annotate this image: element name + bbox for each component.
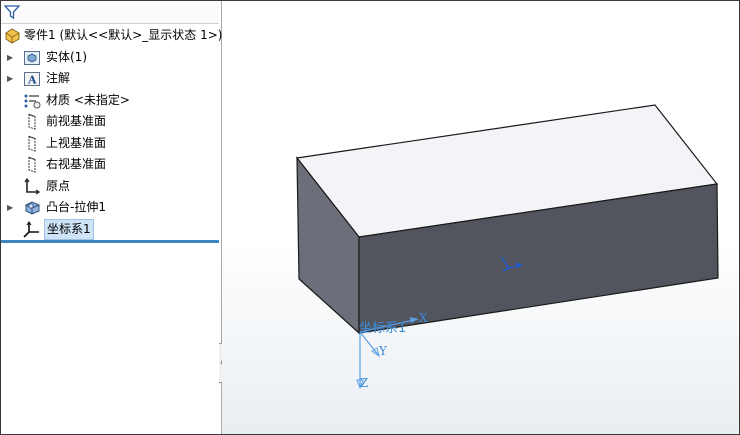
tree-item-label: 坐标系1 — [44, 219, 94, 240]
plane-icon — [28, 113, 36, 130]
tree-item-coordinate-system[interactable]: 坐标系1 — [1, 219, 219, 240]
annotations-icon: A — [24, 72, 40, 87]
tree-item-label: 注解 — [46, 71, 71, 85]
expand-arrow-icon[interactable]: ▶ — [7, 197, 15, 218]
expand-arrow-icon[interactable]: ▶ — [7, 47, 15, 68]
tree-item-annotations[interactable]: ▶ A 注解 — [1, 68, 219, 89]
svg-text:A: A — [27, 74, 37, 87]
axis-z-label: Z — [360, 376, 368, 390]
solid-bodies-folder-icon — [24, 51, 40, 65]
axis-y-label: Y — [378, 344, 388, 358]
tree-root-label: 零件1 (默认<<默认>_显示状态 1>) — [24, 28, 223, 42]
tree-item-label: 上视基准面 — [46, 136, 107, 150]
tree-item-front-plane[interactable]: 前视基准面 — [1, 111, 219, 132]
part-icon — [5, 28, 20, 44]
tree-item-label: 凸台-拉伸1 — [46, 200, 106, 214]
tree-item-label: 右视基准面 — [46, 157, 107, 171]
tree-item-label: 材质 <未指定> — [46, 93, 130, 107]
tree-item-solid-bodies[interactable]: ▶ 实体(1) — [1, 47, 219, 68]
plane-icon — [28, 135, 36, 152]
tree-item-label: 实体(1) — [46, 50, 87, 64]
tree-root-part[interactable]: 零件1 (默认<<默认>_显示状态 1>) — [1, 25, 223, 46]
tree-item-label: 原点 — [46, 179, 71, 193]
feature-tree-panel: 零件1 (默认<<默认>_显示状态 1>) ▶ 实体(1) ▶ A 注解 材质 … — [1, 1, 222, 434]
tree-end-marker — [1, 240, 219, 243]
tree-item-origin[interactable]: 原点 — [1, 176, 219, 197]
filter-icon[interactable] — [4, 4, 20, 20]
app-frame: 零件1 (默认<<默认>_显示状态 1>) ▶ 实体(1) ▶ A 注解 材质 … — [0, 0, 740, 435]
origin-icon — [24, 178, 41, 195]
expand-arrow-icon[interactable]: ▶ — [7, 68, 15, 89]
axis-x-label: X — [419, 311, 428, 325]
tree-item-top-plane[interactable]: 上视基准面 — [1, 133, 219, 154]
tree-item-label: 前视基准面 — [46, 114, 107, 128]
tree-item-right-plane[interactable]: 右视基准面 — [1, 154, 219, 175]
filter-bar — [1, 1, 219, 24]
coordinate-system-label: 坐标系1 — [359, 321, 407, 336]
tree-item-boss-extrude[interactable]: ▶ 凸台-拉伸1 — [1, 197, 219, 218]
model-view: X Y Z — [295, 104, 719, 390]
plane-icon — [28, 156, 36, 173]
tree-item-material[interactable]: 材质 <未指定> — [1, 90, 219, 111]
material-icon — [24, 94, 41, 109]
graphics-viewport[interactable]: X Y Z 坐标系1 — [222, 1, 739, 434]
boss-extrude-icon — [25, 201, 40, 215]
coordinate-system-icon — [23, 221, 39, 238]
